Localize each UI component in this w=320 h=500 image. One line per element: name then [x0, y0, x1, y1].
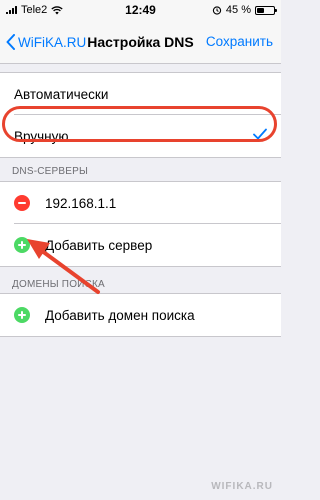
dns-mode-group: Автоматически Вручную — [0, 72, 281, 158]
add-server-label: Добавить сервер — [45, 237, 153, 253]
dns-server-row[interactable]: 192.168.1.1 — [0, 182, 281, 224]
checkmark-icon — [253, 128, 267, 140]
battery-icon — [255, 5, 277, 15]
status-bar: Tele2 12:49 45 % — [0, 0, 281, 20]
search-domains-header: ДОМЕНЫ ПОИСКА — [12, 279, 105, 290]
mode-option-auto[interactable]: Автоматически — [0, 73, 281, 115]
alarm-icon — [212, 6, 222, 15]
add-search-domain-row[interactable]: Добавить домен поиска — [0, 294, 281, 336]
back-button[interactable]: WiFiKA.RU — [6, 20, 86, 64]
save-button[interactable]: Сохранить — [206, 20, 273, 64]
battery-level — [257, 7, 265, 13]
dns-server-address: 192.168.1.1 — [45, 195, 117, 211]
watermark: WIFIKA.RU — [211, 481, 273, 492]
battery-percent: 45 % — [225, 4, 251, 16]
add-icon[interactable] — [14, 237, 30, 253]
mode-auto-label: Автоматически — [14, 86, 109, 102]
dns-servers-group: 192.168.1.1 Добавить сервер — [0, 181, 281, 267]
add-server-row[interactable]: Добавить сервер — [0, 224, 281, 266]
back-label: WiFiKA.RU — [18, 34, 87, 50]
add-search-domain-label: Добавить домен поиска — [45, 307, 195, 323]
search-domains-group: Добавить домен поиска — [0, 293, 281, 337]
status-right: 45 % — [212, 4, 277, 16]
remove-icon[interactable] — [14, 195, 30, 211]
mode-manual-label: Вручную — [14, 128, 69, 144]
dns-servers-header: DNS-СЕРВЕРЫ — [12, 166, 89, 177]
navigation-bar: WiFiKA.RU Настройка DNS Сохранить — [0, 20, 281, 64]
add-icon[interactable] — [14, 307, 30, 323]
mode-option-manual[interactable]: Вручную — [0, 115, 281, 157]
chevron-left-icon — [6, 34, 15, 50]
